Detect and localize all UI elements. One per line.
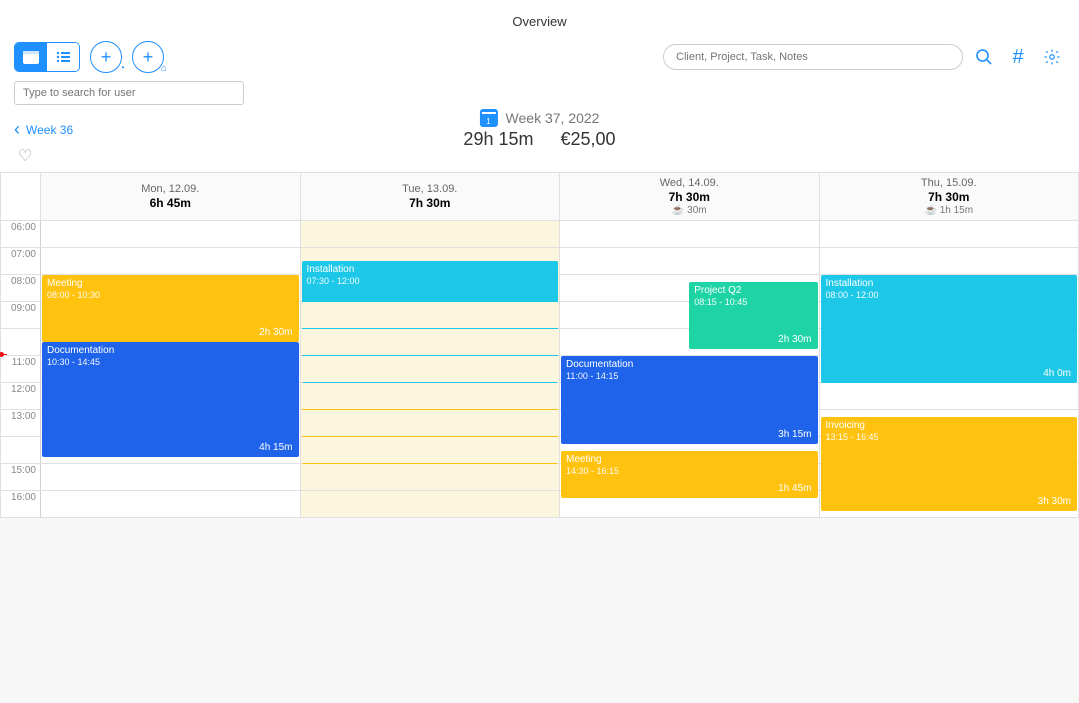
calendar-cell[interactable] (41, 437, 301, 464)
calendar-cell[interactable] (41, 329, 301, 356)
calendar-cell[interactable] (560, 329, 820, 356)
prev-week-label: Week 36 (26, 123, 73, 137)
hash-icon: # (1012, 46, 1023, 69)
calendar-cell[interactable] (560, 410, 820, 437)
lightbulb-icon: ♡ (18, 148, 32, 165)
calendar-cell[interactable] (300, 383, 560, 410)
event-title: Meeting (47, 278, 294, 290)
calendar-cell[interactable] (41, 356, 301, 383)
calendar-cell[interactable] (819, 437, 1079, 464)
event-time: 08:00 - 12:00 (826, 290, 1073, 301)
chevron-left-icon: ‹ (14, 119, 20, 140)
time-gutter (1, 329, 41, 356)
calendar-cell[interactable] (41, 464, 301, 491)
calendar-cell[interactable] (41, 491, 301, 518)
calendar-cell[interactable] (819, 248, 1079, 275)
event-time: 07:30 - 12:00 (307, 276, 554, 287)
time-gutter: 15:00 (1, 464, 41, 491)
list-view-button[interactable] (47, 43, 79, 71)
event-title: Installation (307, 264, 554, 276)
event-time: 08:00 - 10:30 (47, 290, 294, 301)
calendar-cell[interactable]: Project Q208:15 - 10:452h 30mDocumentati… (560, 275, 820, 302)
time-gutter: 11:00 (1, 356, 41, 383)
calendar-cell[interactable] (41, 248, 301, 275)
event-title: Installation (826, 278, 1073, 290)
calendar-cell[interactable] (300, 410, 560, 437)
calendar-cell[interactable]: Installation08:00 - 12:004h 0mInvoicing1… (819, 275, 1079, 302)
day-header[interactable]: Wed, 14.09. 7h 30m ☕ 30m (560, 173, 820, 221)
calendar-cell[interactable] (819, 383, 1079, 410)
list-icon (55, 50, 71, 64)
calendar-cell[interactable] (560, 356, 820, 383)
calendar-icon (23, 50, 39, 64)
clock-icon: ◔ (119, 63, 125, 74)
calendar-cell[interactable] (560, 302, 820, 329)
calendar-cell[interactable] (300, 221, 560, 248)
gear-icon (1043, 48, 1061, 66)
calendar-cell[interactable] (819, 491, 1079, 518)
calendar-cell[interactable] (819, 464, 1079, 491)
plus-icon: + (101, 48, 112, 66)
time-gutter: 07:00 (1, 248, 41, 275)
calendar-cell[interactable] (560, 491, 820, 518)
now-indicator (1, 354, 7, 355)
calendar-cell[interactable] (41, 221, 301, 248)
search-icon (975, 48, 993, 66)
time-gutter: 06:00 (1, 221, 41, 248)
hashtag-button[interactable]: # (1005, 44, 1031, 70)
tag-icon: ⌂ (161, 63, 167, 74)
view-segment (14, 42, 80, 72)
settings-button[interactable] (1039, 44, 1065, 70)
time-gutter: 13:00 (1, 410, 41, 437)
calendar-cell[interactable] (300, 464, 560, 491)
user-search-input[interactable] (14, 81, 244, 105)
calendar-cell[interactable]: Meeting08:00 - 10:302h 30mDocumentation1… (41, 275, 301, 302)
time-gutter (1, 437, 41, 464)
calendar-cell[interactable] (819, 329, 1079, 356)
calendar-cell[interactable] (41, 383, 301, 410)
calendar-cell[interactable] (819, 221, 1079, 248)
calendar-cell[interactable] (560, 248, 820, 275)
calendar-cell[interactable] (560, 437, 820, 464)
event-title: Project Q2 (694, 285, 812, 297)
prev-week-button[interactable]: ‹ Week 36 (14, 119, 73, 140)
calendar-cell[interactable]: Installation07:30 - 12:004h 30mInvoicing… (300, 275, 560, 302)
calendar-cell[interactable] (560, 464, 820, 491)
calendar-view-button[interactable] (15, 43, 47, 71)
calendar-cell[interactable] (300, 302, 560, 329)
calendar-cell[interactable] (300, 329, 560, 356)
total-hours: 29h 15m (463, 129, 533, 149)
time-gutter: 08:00 (1, 275, 41, 302)
day-header[interactable]: Mon, 12.09. 6h 45m (41, 173, 301, 221)
calendar-cell[interactable] (560, 383, 820, 410)
total-earnings: €25,00 (561, 129, 616, 149)
current-week-label: Week 37, 2022 (506, 110, 600, 126)
calendar-cell[interactable] (300, 491, 560, 518)
calendar-cell[interactable] (819, 356, 1079, 383)
calendar-cell[interactable] (819, 410, 1079, 437)
search-button[interactable] (971, 44, 997, 70)
add-tag-button[interactable]: + ⌂ (132, 41, 164, 73)
search-input[interactable] (663, 44, 963, 70)
add-time-button[interactable]: + ◔ (90, 41, 122, 73)
time-gutter: 16:00 (1, 491, 41, 518)
calendar-grid: Mon, 12.09. 6h 45m Tue, 13.09. 7h 30m We… (0, 172, 1079, 518)
day-header[interactable]: Tue, 13.09. 7h 30m (300, 173, 560, 221)
page-title: Overview (0, 0, 1079, 35)
calendar-cell[interactable] (300, 356, 560, 383)
calendar-cell[interactable] (560, 221, 820, 248)
calendar-cell[interactable] (41, 302, 301, 329)
time-gutter: 12:00 (1, 383, 41, 410)
time-gutter: 09:00 (1, 302, 41, 329)
calendar-small-icon (480, 109, 498, 127)
day-header[interactable]: Thu, 15.09. 7h 30m ☕ 1h 15m (819, 173, 1079, 221)
calendar-cell[interactable] (300, 437, 560, 464)
calendar-cell[interactable] (819, 302, 1079, 329)
plus-icon: + (143, 48, 154, 66)
calendar-cell[interactable] (41, 410, 301, 437)
